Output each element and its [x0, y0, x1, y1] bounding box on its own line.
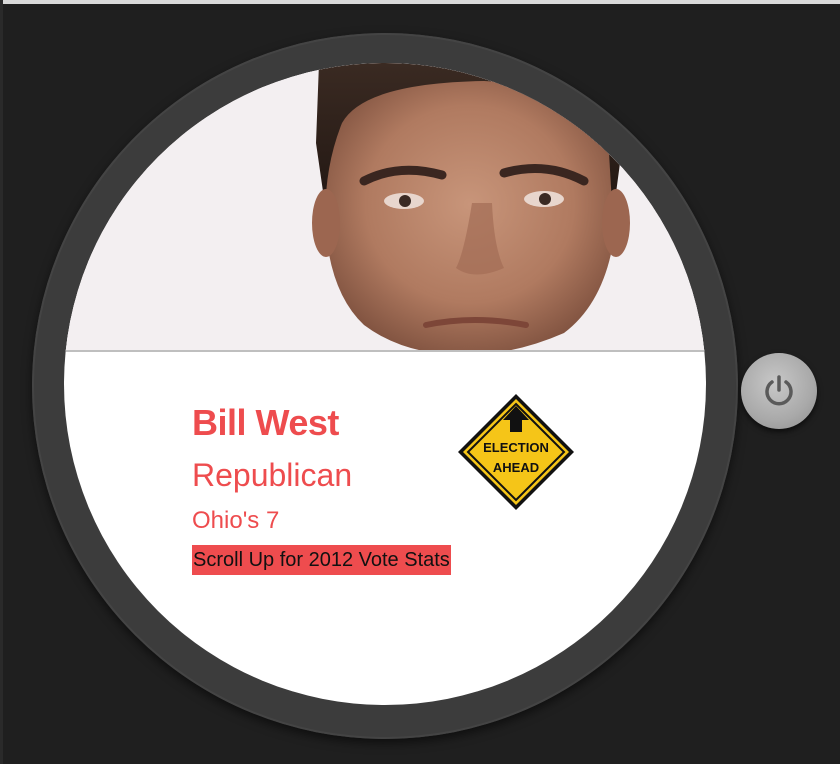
election-ahead-sign-icon: ELECTION AHEAD [456, 392, 576, 512]
sign-line-1: ELECTION [483, 440, 549, 455]
scroll-hint-banner[interactable]: Scroll Up for 2012 Vote Stats [192, 545, 451, 575]
window-top-edge [0, 0, 840, 4]
sign-line-2: AHEAD [493, 460, 539, 475]
power-icon [765, 375, 793, 406]
candidate-district: Ohio's 7 [192, 507, 280, 534]
photo-divider [64, 350, 706, 352]
power-button[interactable] [741, 353, 817, 429]
window-left-edge [0, 0, 3, 764]
candidate-photo [64, 63, 706, 351]
candidate-party: Republican [192, 457, 353, 493]
watch-screen[interactable]: Bill West Republican Ohio's 7 Scroll Up … [64, 63, 706, 705]
candidate-name: Bill West [192, 402, 339, 443]
